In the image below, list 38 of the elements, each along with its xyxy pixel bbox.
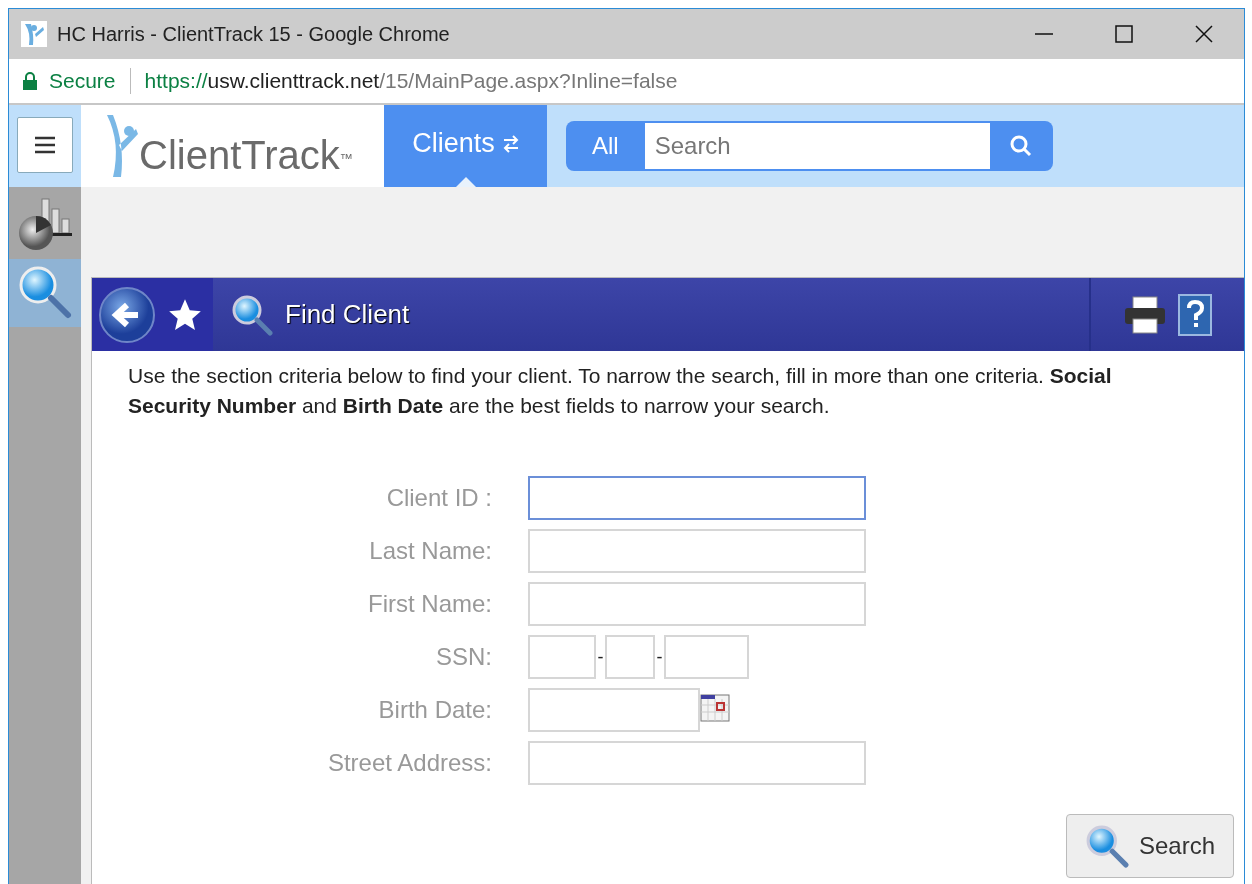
field-label: First Name: xyxy=(367,589,493,619)
help-button[interactable] xyxy=(1176,292,1213,337)
search-submit-button[interactable]: Search xyxy=(1066,814,1234,878)
ssn-field[interactable] xyxy=(664,635,749,679)
app-icon xyxy=(21,21,47,47)
sidebar-item[interactable] xyxy=(9,259,81,327)
field-label: Client ID : xyxy=(385,483,493,513)
instructions-text: Use the section criteria below to find your client. To narrow the search, fill in more than one criteria. Social Security Number and Birth Date are the best fields to narrow your search. xyxy=(127,363,1112,419)
magnifier-icon xyxy=(231,293,273,336)
date-field[interactable] xyxy=(528,688,700,732)
swap-icon xyxy=(502,134,519,153)
search-field[interactable]: Search xyxy=(644,121,990,171)
lock-icon xyxy=(23,72,37,90)
back-button[interactable] xyxy=(98,285,156,344)
minimize-icon xyxy=(1035,33,1053,35)
separator-text: - xyxy=(655,645,664,669)
logo: ClientTrack™ xyxy=(81,105,384,187)
url-text[interactable]: https://usw.clienttrack.net/15/MainPage.aspx?Inline=false xyxy=(144,65,678,97)
menu-button[interactable] xyxy=(17,117,73,173)
maximize-icon xyxy=(1114,24,1134,44)
field-label: Street Address: xyxy=(326,748,493,778)
separator-text: - xyxy=(596,645,605,669)
panel-title: Find Client xyxy=(285,298,410,331)
field-label: Last Name: xyxy=(368,536,493,566)
ssn-field[interactable] xyxy=(605,635,655,679)
search-icon xyxy=(1009,134,1034,158)
text-field[interactable] xyxy=(528,476,866,520)
magnifier-icon xyxy=(1084,824,1129,868)
field-label: SSN: xyxy=(435,642,493,672)
calendar-icon[interactable] xyxy=(700,694,730,722)
window-title: HC Harris - ClientTrack 15 - Google Chrome xyxy=(57,22,450,47)
field-label: Birth Date: xyxy=(377,695,493,725)
secure-label: Secure xyxy=(49,68,131,94)
close-icon xyxy=(1194,24,1214,44)
ssn-field[interactable] xyxy=(528,635,596,679)
menu-icon xyxy=(35,136,55,154)
search-button[interactable] xyxy=(989,121,1053,171)
print-button[interactable] xyxy=(1122,294,1167,335)
